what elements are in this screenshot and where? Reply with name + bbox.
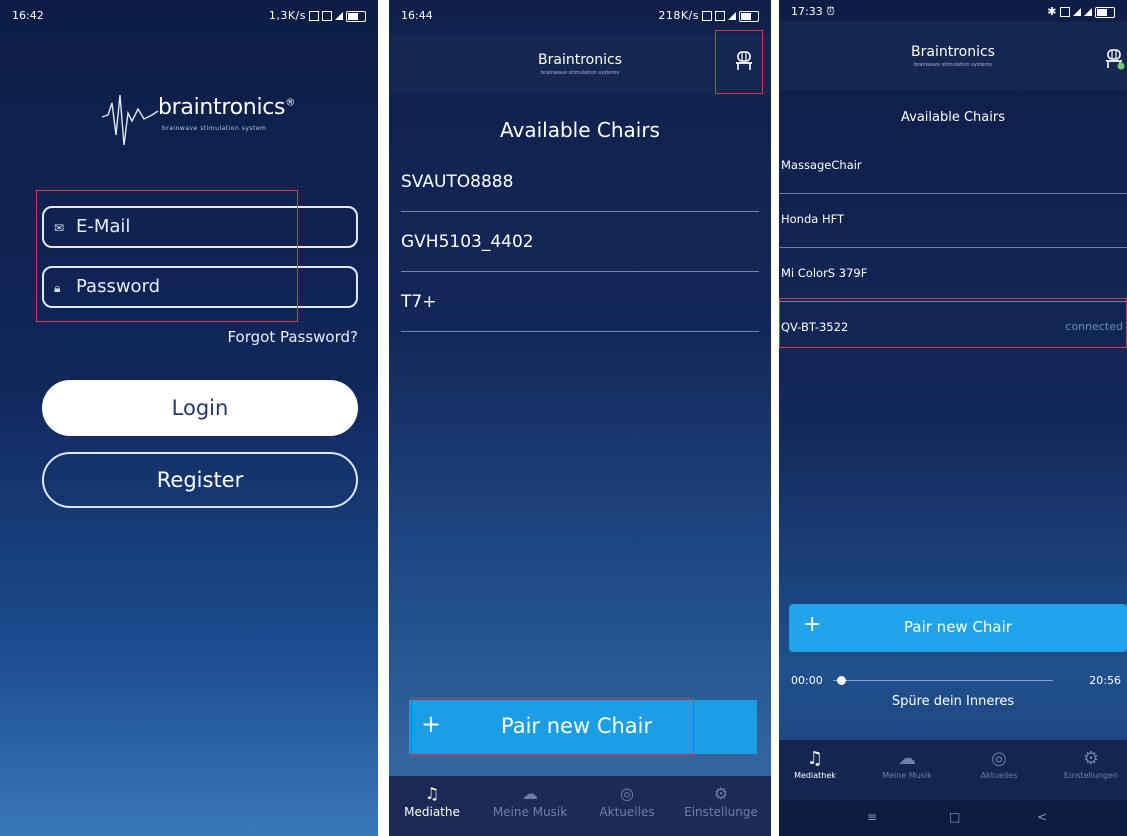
- highlight-box: [715, 30, 763, 94]
- nav-meine-musik[interactable]: ☁ Meine Musik: [875, 748, 939, 780]
- total-time: 20:56: [1089, 674, 1121, 687]
- chair-list-item[interactable]: MassageChair: [779, 140, 1127, 194]
- news-icon: ◎: [991, 748, 1007, 769]
- progress-track[interactable]: [833, 680, 1053, 681]
- highlight-box: [779, 298, 1127, 348]
- nfc-icon: [1060, 7, 1070, 17]
- network-speed: 218K/s: [658, 9, 699, 22]
- status-bar: 17:33 ⏰︎ ✱: [779, 0, 1127, 22]
- menu-button[interactable]: ≡: [867, 810, 877, 824]
- pair-button-label: Pair new Chair: [904, 618, 1012, 636]
- audio-player: 00:00 20:56 Spüre dein Inneres: [779, 670, 1127, 720]
- bottom-navigation: ♫ Mediathek ☁ Meine Musik ◎ Aktuelles ⚙ Eins…: [779, 740, 1127, 800]
- status-bar: 16:44 218K/s: [389, 0, 771, 34]
- highlight-box: [411, 698, 694, 756]
- chair-list-item[interactable]: T7+: [401, 272, 759, 332]
- nav-aktuelles[interactable]: ◎ Aktuelles: [589, 784, 665, 819]
- nav-meine-musik[interactable]: ☁ Meine Musik: [485, 784, 575, 819]
- login-button[interactable]: Login: [42, 380, 358, 436]
- status-time: 16:44: [401, 9, 433, 22]
- highlight-box: [36, 190, 298, 322]
- elapsed-time: 00:00: [791, 674, 823, 687]
- nfc-icon: [309, 11, 319, 21]
- app-brand: Braintronics brainwave stimulation syste…: [538, 52, 622, 76]
- logo-text: braintronics®: [158, 95, 295, 120]
- brainwave-logo-icon: [101, 94, 159, 146]
- nav-einstellungen[interactable]: ⚙ Einstellunge: [673, 784, 769, 819]
- register-button[interactable]: Register: [42, 452, 358, 508]
- chair-list-item[interactable]: SVAUTO8888: [401, 152, 759, 212]
- chair-name: Mi ColorS 379F: [781, 266, 868, 280]
- gear-icon: ⚙: [713, 784, 729, 803]
- gear-icon: ⚙: [1082, 748, 1100, 769]
- chair-name: MassageChair: [781, 158, 862, 172]
- nav-mediathek[interactable]: ♫ Mediathe: [397, 784, 467, 819]
- nav-mediathek[interactable]: ♫ Mediathek: [787, 748, 843, 780]
- nav-aktuelles[interactable]: ◎ Aktuelles: [969, 748, 1029, 780]
- status-time: 17:33 ⏰︎: [791, 5, 835, 18]
- status-right: 218K/s: [658, 9, 759, 22]
- nfc-icon: [702, 11, 712, 21]
- alarm-icon: [322, 11, 332, 21]
- signal-icon: [335, 12, 343, 20]
- chairs-connected-screen: 17:33 ⏰︎ ✱ Braintronics brainwave stimul…: [779, 0, 1127, 836]
- chair-list-item[interactable]: GVH5103_4402: [401, 212, 759, 272]
- home-button[interactable]: □: [949, 810, 960, 824]
- news-icon: ◎: [620, 784, 634, 803]
- bottom-navigation: ♫ Mediathe ☁ Meine Musik ◎ Aktuelles ⚙ Einst…: [389, 776, 771, 836]
- signal-icon: [728, 12, 736, 20]
- login-screen: 16:42 1,3K/s braintronics® brainwave sti…: [0, 0, 378, 836]
- battery-icon: [346, 10, 366, 22]
- pair-new-chair-button[interactable]: + Pair new Chair: [789, 604, 1127, 652]
- braintronics-logo: braintronics® brainwave stimulation syst…: [100, 85, 320, 155]
- progress-knob[interactable]: [837, 676, 847, 685]
- alarm-icon: ⏰︎: [826, 5, 835, 18]
- music-note-icon: ♫: [424, 784, 440, 803]
- status-right: 1,3K/s: [269, 9, 366, 22]
- cloud-download-icon: ☁: [898, 748, 916, 769]
- bluetooth-icon: ✱: [1047, 5, 1057, 18]
- logo-tagline: brainwave stimulation system: [162, 125, 267, 132]
- chair-connected-icon[interactable]: [1103, 48, 1125, 70]
- battery-icon: [1095, 6, 1115, 18]
- chair-list-item[interactable]: Honda HFT: [779, 194, 1127, 248]
- track-title: Spüre dein Inneres: [891, 694, 1015, 709]
- available-chairs-title: Available Chairs: [901, 110, 1005, 125]
- music-note-icon: ♫: [806, 748, 824, 769]
- system-navigation-bar: ≡ □ <: [779, 800, 1127, 836]
- nav-einstellungen[interactable]: ⚙ Einstellungen: [1055, 748, 1127, 780]
- app-header: Braintronics brainwave stimulation syste…: [779, 22, 1127, 90]
- app-brand: Braintronics brainwave stimulation syste…: [911, 44, 995, 68]
- forgot-password-link[interactable]: Forgot Password?: [227, 328, 358, 346]
- available-chairs-title: Available Chairs: [500, 118, 660, 142]
- signal-icon: [1073, 8, 1081, 16]
- status-bar: 16:42 1,3K/s: [0, 0, 378, 34]
- battery-icon: [739, 10, 759, 22]
- app-header: Braintronics brainwave stimulation syste…: [389, 30, 771, 94]
- cloud-download-icon: ☁: [522, 784, 538, 803]
- alarm-icon: [715, 11, 725, 21]
- network-speed: 1,3K/s: [268, 9, 306, 22]
- signal-icon: [1084, 8, 1092, 16]
- chair-name: Honda HFT: [781, 212, 845, 226]
- status-time: 16:42: [12, 9, 44, 22]
- chair-list-item[interactable]: Mi ColorS 379F: [779, 248, 1127, 302]
- back-button[interactable]: <: [1037, 810, 1047, 824]
- status-right: ✱: [1047, 5, 1115, 18]
